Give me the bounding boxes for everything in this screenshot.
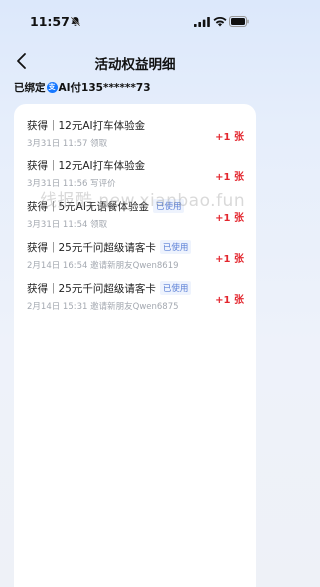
record-title: 获得｜25元千问超级请客卡 已使用 [27,281,192,296]
record-item: 获得｜25元千问超级请客卡 已使用 2月14日 15:31 邀请新朋友Qwen68… [27,281,247,315]
record-meta: 2月14日 15:31 邀请新朋友Qwen6875 [27,300,179,312]
record-meta: 3月31日 11:57 领取 [27,137,107,149]
used-tag: 已使用 [159,281,192,295]
wifi-icon [213,16,227,27]
signal-icon [194,17,210,27]
binding-prefix: 已绑定 [14,81,46,94]
status-time: 11:57 [30,14,70,29]
binding-account: AI付135******73 [58,81,151,94]
record-title: 获得｜5元AI无语餐体验金 已使用 [27,199,185,214]
record-item: 获得｜25元千问超级请客卡 已使用 2月14日 16:54 邀请新朋友Qwen86… [27,240,247,274]
records-card: 获得｜12元AI打车体验金 3月31日 11:57 领取 +1 张 获得｜12元… [14,104,256,587]
account-binding: 已绑定 支 AI付135******73 [14,80,151,94]
page-title: 活动权益明细 [94,57,176,73]
used-tag: 已使用 [159,240,192,254]
record-meta-text: 3月31日 11:56 写评价 [27,179,116,189]
record-meta-text: 2月14日 15:31 邀请新朋友Qwen6875 [27,302,179,312]
record-title-text: 获得｜25元千问超级请客卡 [27,242,156,254]
record-count: +1 张 [215,172,244,183]
record-title-text: 获得｜5元AI无语餐体验金 [27,201,149,213]
record-count: +1 张 [215,132,244,143]
used-tag: 已使用 [152,199,185,213]
record-title: 获得｜25元千问超级请客卡 已使用 [27,240,192,255]
record-meta: 3月31日 11:54 领取 [27,218,107,230]
bell-muted-icon [70,16,81,27]
record-item: 获得｜12元AI打车体验金 3月31日 11:57 领取 +1 张 [27,118,247,152]
nav-bar: 活动权益明细 [0,48,270,76]
record-meta-text: 2月14日 16:54 邀请新朋友Qwen8619 [27,261,179,271]
status-bar: 11:57 [0,0,270,42]
record-meta: 2月14日 16:54 邀请新朋友Qwen8619 [27,259,179,271]
alipay-icon: 支 [46,81,58,93]
record-title: 获得｜12元AI打车体验金 [27,160,146,172]
record-title-text: 获得｜25元千问超级请客卡 [27,283,156,295]
record-item: 获得｜5元AI无语餐体验金 已使用 3月31日 11:54 领取 +1 张 [27,199,247,233]
record-item: 获得｜12元AI打车体验金 3月31日 11:56 写评价 +1 张 [27,158,247,192]
record-meta-text: 3月31日 11:57 领取 [27,139,108,149]
record-count: +1 张 [215,213,244,224]
record-title: 获得｜12元AI打车体验金 [27,120,146,132]
record-count: +1 张 [215,295,244,306]
record-count: +1 张 [215,254,244,265]
record-meta: 3月31日 11:56 写评价 [27,177,116,189]
battery-icon [229,16,249,27]
record-meta-text: 3月31日 11:54 领取 [27,220,108,230]
